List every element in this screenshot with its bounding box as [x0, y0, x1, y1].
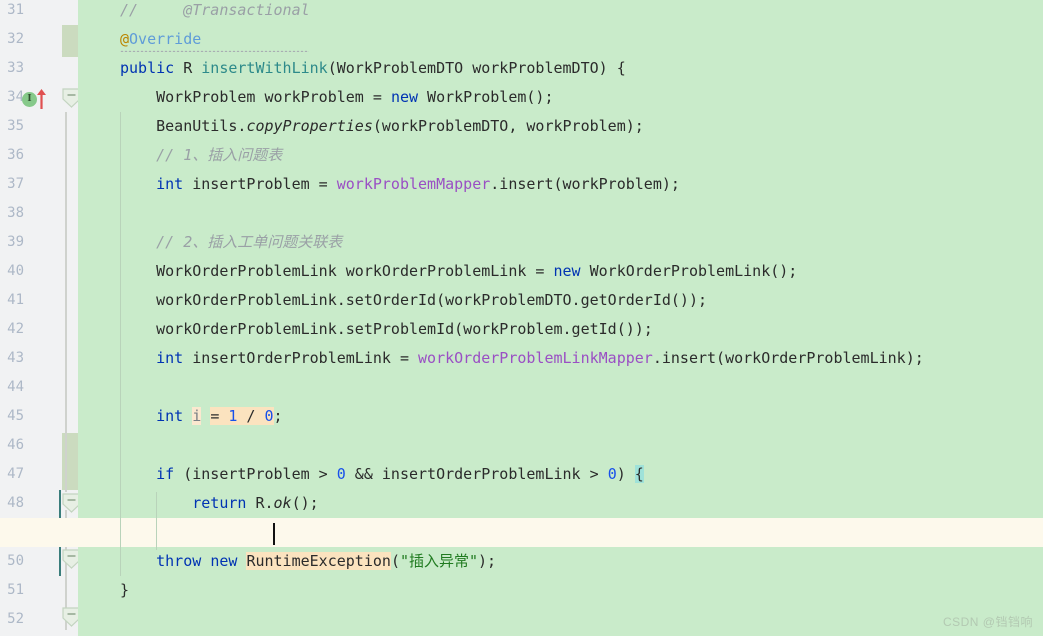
- code-token: ): [616, 465, 635, 483]
- implemented-method-icon[interactable]: I: [22, 92, 37, 107]
- code-token: // 1、插入问题表: [156, 146, 283, 164]
- code-line[interactable]: int insertProblem = workProblemMapper.in…: [78, 170, 1043, 199]
- source-code[interactable]: // @Transactional @Override public R inser…: [78, 0, 1043, 605]
- code-token: ();: [291, 494, 319, 512]
- code-token: new: [210, 552, 238, 570]
- code-token: int: [156, 175, 184, 193]
- code-token: "插入异常": [399, 552, 479, 570]
- code-line[interactable]: [78, 373, 1043, 402]
- code-line[interactable]: public R insertWithLink(WorkProblemDTO w…: [78, 54, 1043, 83]
- comment-squiggly-underline: [120, 49, 310, 52]
- text-caret: [273, 523, 276, 545]
- code-line[interactable]: int insertOrderProblemLink = workOrderPr…: [78, 344, 1043, 373]
- code-token-highlighted: =: [210, 407, 229, 425]
- code-line[interactable]: BeanUtils.copyProperties(workProblemDTO,…: [78, 112, 1043, 141]
- code-token: @: [120, 30, 130, 48]
- code-token: WorkProblem workProblem =: [156, 88, 391, 106]
- code-token: new: [390, 88, 419, 106]
- code-token: new: [553, 262, 581, 280]
- code-token: copyProperties: [246, 117, 373, 135]
- code-token-highlighted: RuntimeException: [246, 552, 391, 570]
- code-token: ok: [273, 494, 292, 512]
- code-line[interactable]: int i = 1 / 0;: [78, 402, 1043, 431]
- code-token: // 2、插入工单问题关联表: [156, 233, 343, 251]
- code-token: insertWithLink: [201, 59, 328, 77]
- code-token: Override: [129, 30, 202, 48]
- code-line[interactable]: throw new RuntimeException("插入异常");: [78, 547, 1043, 576]
- code-token: ;: [273, 407, 283, 425]
- editor-window: 3132333435363738394041424344454647484950…: [0, 0, 1043, 636]
- code-line[interactable]: workOrderProblemLink.setProblemId(workPr…: [78, 315, 1043, 344]
- code-token: }: [120, 581, 130, 599]
- code-token: (WorkProblemDTO workProblemDTO) {: [327, 59, 626, 77]
- indent-guide: [120, 112, 121, 576]
- code-token: && insertOrderProblemLink >: [345, 465, 608, 483]
- code-token: if: [156, 465, 175, 483]
- code-token: workProblemMapper: [336, 175, 491, 193]
- code-token: (workProblemDTO, workProblem);: [372, 117, 644, 135]
- code-token: int: [156, 407, 184, 425]
- code-token: WorkProblem();: [418, 88, 554, 106]
- code-token: workOrderProblemLinkMapper: [418, 349, 653, 367]
- code-line[interactable]: // @Transactional: [78, 0, 1043, 25]
- code-line[interactable]: // 2、插入工单问题关联表: [78, 228, 1043, 257]
- code-token: (: [390, 552, 400, 570]
- code-token: (insertProblem >: [174, 465, 337, 483]
- code-token: R.: [246, 494, 274, 512]
- code-line[interactable]: if (insertProblem > 0 && insertOrderProb…: [78, 460, 1043, 489]
- code-line[interactable]: [78, 431, 1043, 460]
- code-token: return: [192, 494, 247, 512]
- code-token: int: [156, 349, 184, 367]
- code-line[interactable]: // 1、插入问题表: [78, 141, 1043, 170]
- code-token: WorkOrderProblemLink workOrderProblemLin…: [156, 262, 554, 280]
- code-token: 0: [336, 465, 346, 483]
- code-token: );: [478, 552, 497, 570]
- code-line[interactable]: }: [78, 576, 1043, 605]
- code-line[interactable]: [78, 199, 1043, 228]
- code-token: workOrderProblemLink.setOrderId(workProb…: [156, 291, 708, 309]
- indent-guide: [156, 492, 158, 550]
- code-token-highlighted: 0: [264, 407, 274, 425]
- code-token: insertProblem =: [183, 175, 337, 193]
- code-token: BeanUtils.: [156, 117, 247, 135]
- code-line[interactable]: WorkOrderProblemLink workOrderProblemLin…: [78, 257, 1043, 286]
- csdn-watermark: CSDN @铛铛响: [942, 615, 1033, 629]
- code-token: 0: [607, 465, 617, 483]
- code-token-highlighted: /: [237, 407, 265, 425]
- code-token: throw: [156, 552, 202, 570]
- override-up-arrow-icon[interactable]: [36, 88, 47, 114]
- code-token: .insert(workProblem);: [490, 175, 680, 193]
- code-token-highlighted: i: [192, 407, 202, 425]
- code-token-highlighted: {: [634, 465, 644, 483]
- code-token: R: [174, 59, 202, 77]
- code-token: .insert(workOrderProblemLink);: [652, 349, 924, 367]
- code-line[interactable]: return R.ok();: [78, 489, 1043, 518]
- code-token: WorkOrderProblemLink();: [580, 262, 798, 280]
- code-token: insertOrderProblemLink =: [183, 349, 419, 367]
- code-line[interactable]: WorkProblem workProblem = new WorkProble…: [78, 83, 1043, 112]
- code-token: public: [120, 59, 175, 77]
- code-token: workOrderProblemLink.setProblemId(workPr…: [156, 320, 653, 338]
- code-line[interactable]: workOrderProblemLink.setOrderId(workProb…: [78, 286, 1043, 315]
- code-token: // @Transactional: [120, 1, 310, 19]
